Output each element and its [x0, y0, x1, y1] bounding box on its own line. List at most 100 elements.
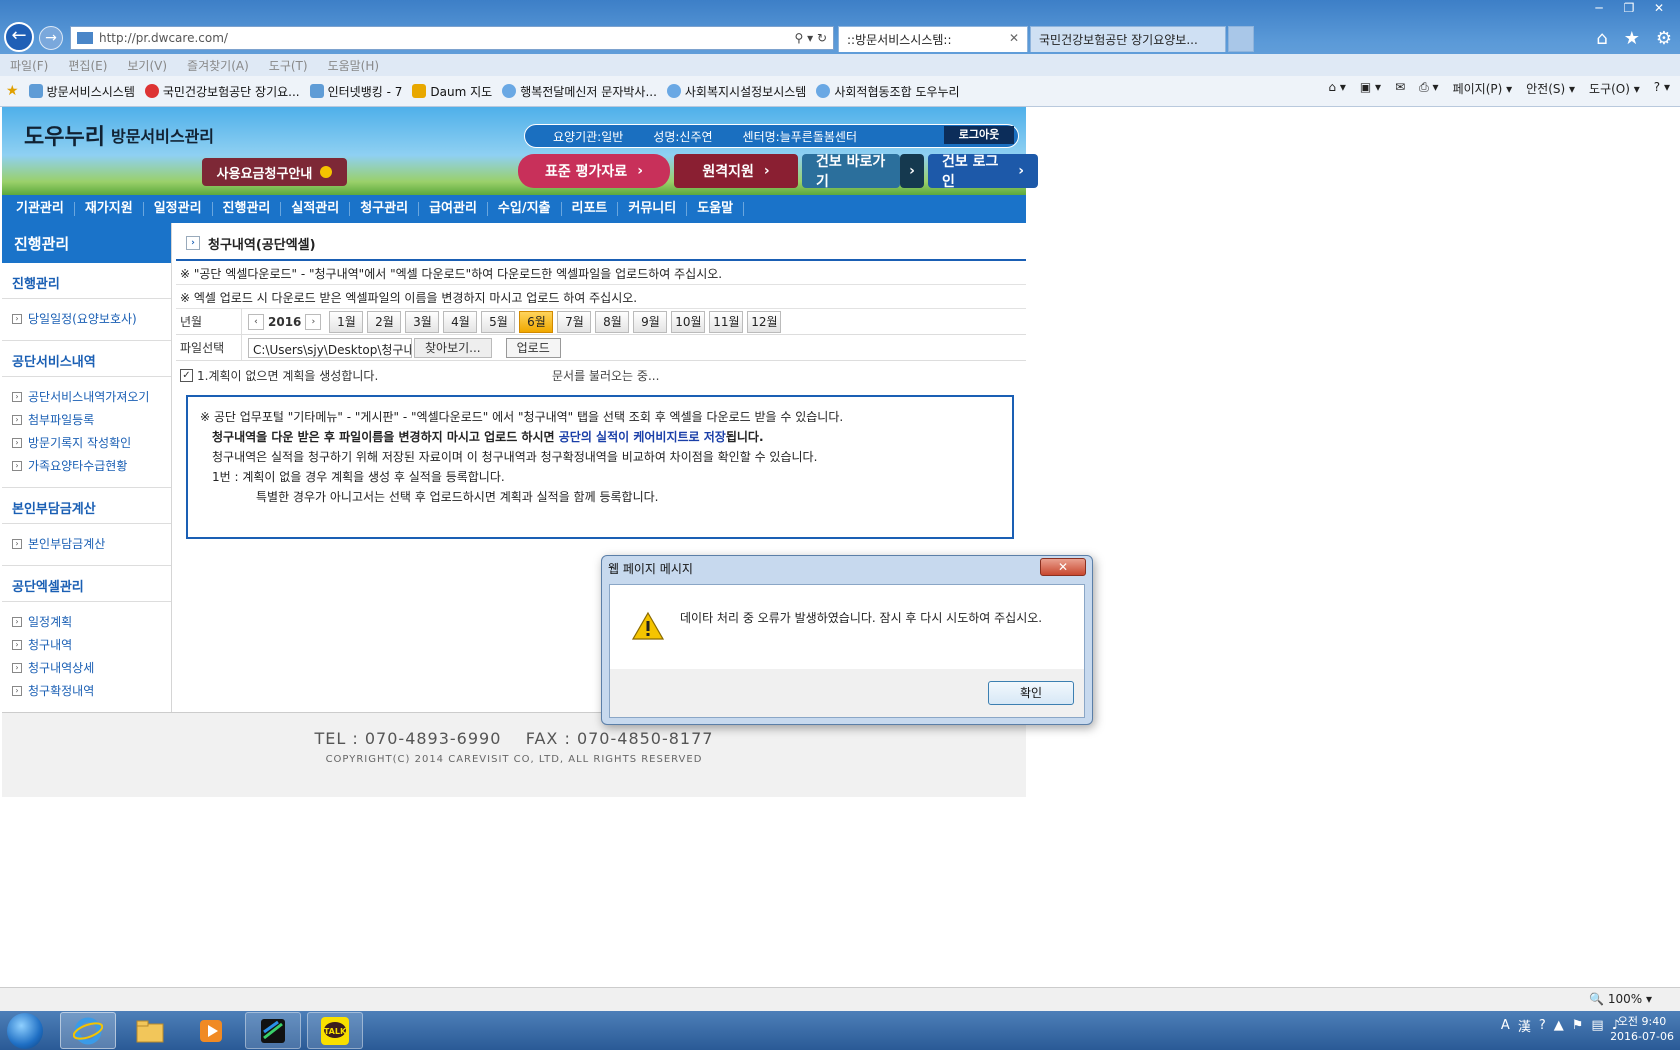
fav-item[interactable]: 사회적협동조합 도우누리 [816, 83, 960, 100]
month-button[interactable]: 4월 [443, 310, 478, 333]
month-button[interactable]: 2월 [367, 310, 402, 333]
zoom-level[interactable]: 🔍 100% ▾ [1589, 992, 1652, 1006]
taskbar-app[interactable] [245, 1012, 301, 1049]
menu-income[interactable]: 수입/지출 [498, 202, 562, 216]
close-window-button[interactable]: ✕ [1644, 0, 1674, 18]
network-icon[interactable]: ▤ [1591, 1018, 1603, 1033]
menu-billing[interactable]: 청구관리 [360, 202, 420, 216]
home-icon[interactable]: ⌂ [1596, 28, 1607, 49]
chevron-right-icon[interactable]: › [900, 154, 924, 188]
flag-icon[interactable]: ⚑ [1572, 1018, 1584, 1033]
browse-button[interactable]: 찾아보기... [414, 337, 492, 358]
taskbar-ie[interactable] [60, 1012, 116, 1049]
mail-icon[interactable]: ✉ [1395, 80, 1405, 97]
menu-progress[interactable]: 진행관리 [223, 202, 282, 216]
menu-view[interactable]: 보기(V) [127, 57, 167, 74]
nhis-login-button[interactable]: 건보 로그인 › [928, 154, 1038, 190]
menu-schedule[interactable]: 일정관리 [154, 202, 213, 216]
month-button[interactable]: 5월 [481, 310, 516, 333]
file-path-field[interactable]: C:\Users\sjy\Desktop\청구내역 [248, 337, 412, 358]
feeds-icon[interactable]: ▣ ▾ [1360, 80, 1381, 97]
menu-tools[interactable]: 도구(T) [269, 57, 308, 74]
nhis-shortcut-button[interactable]: 건보 바로가기 [802, 154, 900, 190]
fav-item[interactable]: Daum 지도 [412, 83, 492, 100]
site-logo[interactable]: 도우누리 방문서비스관리 [24, 119, 214, 151]
restore-button[interactable]: ❐ [1614, 0, 1644, 18]
nav-item[interactable]: › 본인부담금계산 [2, 532, 171, 555]
favorites-star-icon[interactable]: ★ [1624, 28, 1640, 49]
fav-item[interactable]: 사회복지시설정보시스템 [666, 83, 806, 100]
fav-item[interactable]: 인터넷뱅킹 - 7 [309, 83, 402, 100]
month-button[interactable]: 7월 [557, 310, 592, 333]
dialog-close-button[interactable]: ✕ [1040, 558, 1086, 576]
nav-section-title[interactable]: 본인부담금계산 [2, 488, 171, 524]
taskbar-media-player[interactable] [183, 1012, 239, 1049]
nav-section-title[interactable]: 공단엑셀관리 [2, 566, 171, 602]
back-button[interactable]: ← [4, 22, 34, 52]
home-cmd-icon[interactable]: ⌂ ▾ [1328, 80, 1345, 97]
nav-item[interactable]: › 당일일정(요양보호사) [2, 307, 171, 330]
nav-item[interactable]: › 일정계획 [2, 610, 171, 633]
tab-close-icon[interactable]: ✕ [1009, 31, 1019, 45]
tab-active[interactable]: ::방문서비스시스템:: ✕ [838, 26, 1028, 52]
menu-help[interactable]: 도움말 [697, 202, 745, 216]
help-tray-icon[interactable]: ? [1539, 1018, 1546, 1033]
month-button[interactable]: 11월 [709, 310, 744, 333]
nav-item[interactable]: › 첨부파일등록 [2, 408, 171, 431]
new-tab-button[interactable] [1228, 26, 1254, 52]
clock[interactable]: 오전 9:40 2016-07-06 [1610, 1014, 1674, 1044]
create-plan-checkbox[interactable]: ✓ [180, 368, 193, 382]
month-button[interactable]: 10월 [671, 310, 706, 333]
forward-button[interactable]: → [39, 26, 63, 50]
logout-button[interactable]: 로그아웃 [944, 126, 1014, 144]
ok-button[interactable]: 확인 [988, 681, 1074, 705]
favorites-star-add-icon[interactable]: ★ [6, 83, 19, 99]
month-button[interactable]: 3월 [405, 310, 440, 333]
menu-file[interactable]: 파일(F) [10, 57, 48, 74]
cmd-page[interactable]: 페이지(P) ▾ [1453, 80, 1513, 97]
fee-guide-button[interactable]: 사용요금청구안내 [202, 158, 347, 186]
menu-report[interactable]: 리포트 [572, 202, 619, 216]
taskbar-kakaotalk[interactable]: TALK [307, 1012, 363, 1049]
cmd-tools[interactable]: 도구(O) ▾ [1589, 80, 1640, 97]
print-icon[interactable]: ⎙ ▾ [1419, 80, 1438, 97]
upload-button[interactable]: 업로드 [505, 337, 561, 358]
cmd-safety[interactable]: 안전(S) ▾ [1526, 80, 1575, 97]
nav-item[interactable]: › 청구내역 [2, 633, 171, 656]
menu-help[interactable]: 도움말(H) [328, 57, 380, 74]
month-button[interactable]: 1월 [329, 310, 364, 333]
start-button[interactable] [2, 1011, 48, 1050]
month-button[interactable]: 9월 [633, 310, 668, 333]
nav-item[interactable]: › 청구확정내역 [2, 679, 171, 702]
tray-expand-icon[interactable]: ▲ [1554, 1018, 1564, 1033]
menu-favorites[interactable]: 즐겨찾기(A) [187, 57, 249, 74]
nav-item[interactable]: › 방문기록지 작성확인 [2, 431, 171, 454]
menu-community[interactable]: 커뮤니티 [628, 202, 688, 216]
help-icon[interactable]: ? ▾ [1654, 80, 1670, 97]
tab-inactive[interactable]: 국민건강보험공단 장기요양보... [1030, 26, 1226, 52]
address-bar[interactable]: http://pr.dwcare.com/ ⚲ ▾ ↻ [70, 26, 834, 50]
next-year-button[interactable]: › [305, 313, 322, 330]
hanja-icon[interactable]: 漢 [1518, 1016, 1531, 1035]
month-button[interactable]: 12월 [747, 310, 782, 333]
settings-gear-icon[interactable]: ⚙ [1656, 28, 1672, 49]
eval-data-button[interactable]: 표준 평가자료 › [518, 154, 670, 188]
remote-support-button[interactable]: 원격지원 › [674, 154, 798, 188]
taskbar-explorer[interactable] [122, 1012, 178, 1049]
nav-item[interactable]: › 청구내역상세 [2, 656, 171, 679]
month-button[interactable]: 8월 [595, 310, 630, 333]
menu-home-support[interactable]: 재가지원 [85, 202, 144, 216]
minimize-button[interactable]: ─ [1584, 0, 1614, 18]
ime-icon[interactable]: A [1501, 1018, 1510, 1033]
fav-item[interactable]: 국민건강보험공단 장기요... [144, 83, 300, 100]
nav-section-title[interactable]: 진행관리 [2, 263, 171, 299]
month-button-selected[interactable]: 6월 [519, 310, 554, 333]
fav-item[interactable]: 행복전달메신저 문자박사... [502, 83, 657, 100]
nav-section-title[interactable]: 공단서비스내역 [2, 341, 171, 377]
menu-payroll[interactable]: 급여관리 [429, 202, 488, 216]
nav-item[interactable]: › 가족요양타수급현황 [2, 454, 171, 477]
address-tools-icon[interactable]: ⚲ ▾ ↻ [795, 31, 828, 45]
menu-org[interactable]: 기관관리 [16, 202, 75, 216]
prev-year-button[interactable]: ‹ [248, 313, 264, 330]
fav-item[interactable]: 방문서비스시스템 [28, 83, 135, 100]
